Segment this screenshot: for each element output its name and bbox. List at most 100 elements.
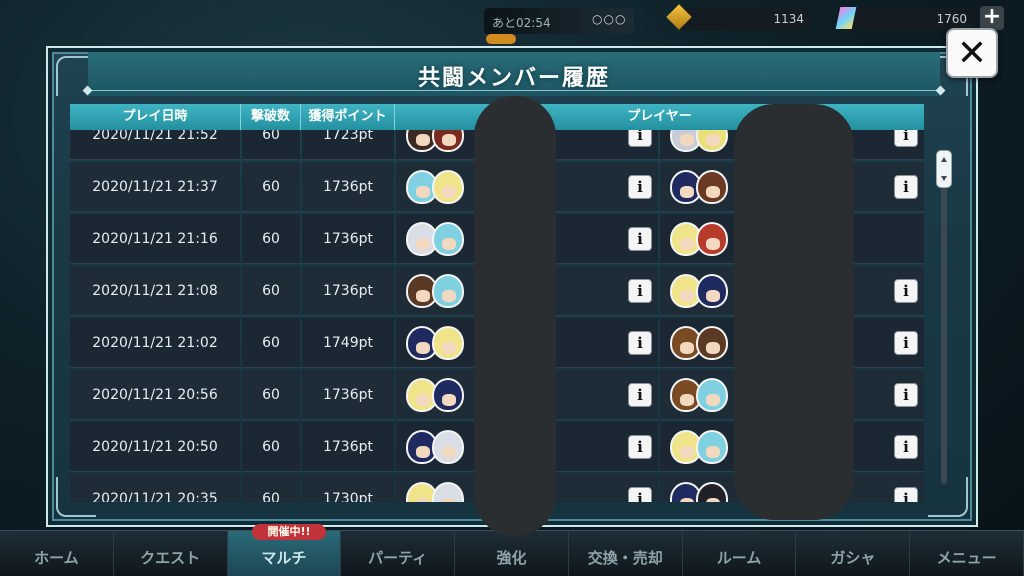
nav-item[interactable]: ホーム xyxy=(0,531,114,576)
points-cell-text: 1736pt xyxy=(322,179,373,195)
play-date-cell: 2020/11/21 21:02 xyxy=(70,318,240,368)
party-avatars xyxy=(670,430,734,466)
points-cell-text: 1730pt xyxy=(322,491,373,502)
player-info-button[interactable]: i xyxy=(894,383,918,407)
character-avatar-icon xyxy=(696,482,728,502)
points-cell-text: 1749pt xyxy=(322,335,373,351)
corner-ornament xyxy=(928,477,968,517)
character-avatar-icon xyxy=(432,170,464,204)
player-info-button[interactable]: i xyxy=(628,487,652,502)
game-screen: あと02:54 ○○○ 1134 1760 + 共闘メンバー履歴 ✕ プレイ日時… xyxy=(0,0,1024,576)
points-cell: 1736pt xyxy=(302,214,394,264)
kills-cell-text: 60 xyxy=(262,179,280,195)
nav-item[interactable]: クエスト xyxy=(114,531,228,576)
party-avatars xyxy=(406,430,470,466)
player-info-button[interactable]: i xyxy=(628,383,652,407)
points-cell-text: 1736pt xyxy=(322,439,373,455)
character-avatar-icon xyxy=(432,482,464,502)
character-avatar-icon xyxy=(432,274,464,308)
play-date-cell-text: 2020/11/21 21:37 xyxy=(92,179,218,195)
player-info-button[interactable]: i xyxy=(894,331,918,355)
party-avatars xyxy=(406,170,470,206)
player-info-button[interactable]: i xyxy=(628,279,652,303)
points-cell: 1730pt xyxy=(302,474,394,502)
player-info-button[interactable]: i xyxy=(628,175,652,199)
play-date-cell: 2020/11/21 21:37 xyxy=(70,162,240,212)
points-cell: 1736pt xyxy=(302,422,394,472)
play-date-cell: 2020/11/21 20:56 xyxy=(70,370,240,420)
player-info-button[interactable]: i xyxy=(894,435,918,459)
points-cell: 1736pt xyxy=(302,162,394,212)
redaction-mask xyxy=(474,96,556,536)
nav-item[interactable]: 交換・売却 xyxy=(569,531,683,576)
points-cell: 1736pt xyxy=(302,370,394,420)
character-avatar-icon xyxy=(696,274,728,308)
party-avatars xyxy=(670,170,734,206)
party-avatars xyxy=(406,326,470,362)
kills-cell: 60 xyxy=(242,474,300,502)
kills-cell-text: 60 xyxy=(262,387,280,403)
play-date-cell: 2020/11/21 21:16 xyxy=(70,214,240,264)
play-date-cell-text: 2020/11/21 21:08 xyxy=(92,283,218,299)
party-avatars xyxy=(670,274,734,310)
header-date: プレイ日時 xyxy=(122,109,188,124)
party-avatars xyxy=(406,482,470,502)
scrollbar-track[interactable] xyxy=(941,152,947,484)
close-button[interactable]: ✕ xyxy=(946,28,998,78)
close-icon: ✕ xyxy=(956,33,988,74)
player-info-button[interactable]: i xyxy=(628,227,652,251)
play-date-cell-text: 2020/11/21 20:56 xyxy=(92,387,218,403)
player-info-button[interactable]: i xyxy=(628,435,652,459)
nav-item[interactable]: メニュー xyxy=(910,531,1024,576)
nav-item[interactable]: ガシャ xyxy=(796,531,911,576)
timer-text: あと02:54 xyxy=(492,16,551,30)
play-date-cell: 2020/11/21 20:35 xyxy=(70,474,240,502)
header-kills: 撃破数 xyxy=(240,104,300,130)
kills-cell-text: 60 xyxy=(262,335,280,351)
gem-value: 1760 xyxy=(936,12,967,26)
character-avatar-icon xyxy=(696,222,728,256)
kills-cell: 60 xyxy=(242,214,300,264)
character-avatar-icon xyxy=(432,378,464,412)
player-info-button[interactable]: i xyxy=(894,279,918,303)
points-cell-text: 1736pt xyxy=(322,231,373,247)
character-avatar-icon xyxy=(432,430,464,464)
bottom-nav: ホーム クエスト マルチ パーティ 強化 交換・売却 ルーム ガシャ メニュー xyxy=(0,530,1024,576)
title-divider xyxy=(88,90,940,91)
dialog-title: 共闘メンバー履歴 xyxy=(417,66,610,91)
play-date-cell-text: 2020/11/21 20:35 xyxy=(92,491,218,502)
gold-counter: 1134 xyxy=(680,8,810,30)
points-cell: 1749pt xyxy=(302,318,394,368)
header-points: 獲得ポイント xyxy=(300,104,394,130)
player-info-button[interactable]: i xyxy=(894,175,918,199)
add-gems-button[interactable]: + xyxy=(980,6,1004,30)
party-avatars xyxy=(670,222,734,258)
nav-item[interactable]: パーティ xyxy=(341,531,456,576)
gem-counter: 1760 xyxy=(845,8,975,30)
party-avatars xyxy=(406,274,470,310)
character-avatar-icon xyxy=(432,222,464,256)
play-date-cell: 2020/11/21 20:50 xyxy=(70,422,240,472)
kills-cell-text: 60 xyxy=(262,491,280,502)
play-date-cell-text: 2020/11/21 21:02 xyxy=(92,335,218,351)
nav-item[interactable]: 強化 xyxy=(455,531,569,576)
kills-cell-text: 60 xyxy=(262,283,280,299)
kills-cell: 60 xyxy=(242,266,300,316)
party-avatars xyxy=(406,222,470,258)
stamina-dots: ○○○ xyxy=(592,12,627,26)
points-cell-text: 1736pt xyxy=(322,283,373,299)
kills-cell: 60 xyxy=(242,162,300,212)
party-avatars xyxy=(670,482,734,502)
play-date-cell-text: 2020/11/21 20:50 xyxy=(92,439,218,455)
character-avatar-icon xyxy=(696,378,728,412)
player-info-button[interactable]: i xyxy=(894,487,918,502)
scrollbar-thumb[interactable] xyxy=(936,150,952,188)
kills-cell-text: 60 xyxy=(262,231,280,247)
play-date-cell-text: 2020/11/21 21:16 xyxy=(92,231,218,247)
player-info-button[interactable]: i xyxy=(628,331,652,355)
kills-cell: 60 xyxy=(242,422,300,472)
nav-item[interactable]: ルーム xyxy=(683,531,797,576)
character-avatar-icon xyxy=(696,326,728,360)
kills-cell-text: 60 xyxy=(262,439,280,455)
party-avatars xyxy=(670,378,734,414)
